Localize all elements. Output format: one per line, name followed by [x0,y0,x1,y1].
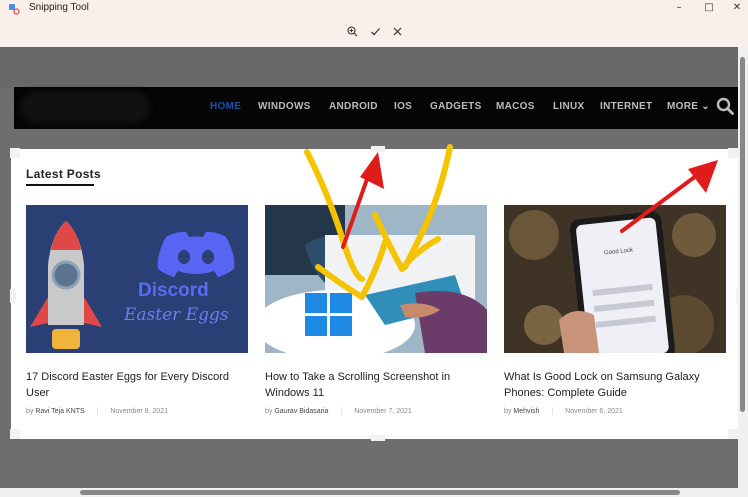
maximize-button[interactable]: □ [694,0,724,16]
zoom-button[interactable] [343,23,361,41]
resize-handle-left[interactable] [10,289,16,303]
nav-windows[interactable]: WINDOWS [258,101,311,112]
redacted-logo [24,95,146,119]
thumb-text-discord: Discord [138,280,209,301]
post-author[interactable]: Ravi Teja KNTS [35,408,84,415]
nav-more[interactable]: MORE ⌄ [667,101,710,112]
post-author[interactable]: Gaurav Bidasaria [274,408,328,415]
post-thumbnail-discord[interactable]: Discord Easter Eggs [26,205,248,353]
snipping-tool-icon [9,4,20,15]
zoom-in-icon [346,26,357,37]
section-underline [26,184,94,186]
post-thumbnail-windows[interactable] [265,205,487,353]
confirm-button[interactable] [366,23,384,41]
dimmed-area [0,47,738,88]
app-title: Snipping Tool [29,2,89,13]
post-date: November 8, 2021 [110,408,168,415]
nav-gadgets[interactable]: GADGETS [430,101,482,112]
horizontal-scrollbar[interactable] [0,488,748,497]
post-title[interactable]: How to Take a Scrolling Screenshot in Wi… [265,369,487,401]
meta-separator: | [96,408,99,415]
resize-handle-top-left[interactable] [10,148,20,158]
post-date: November 7, 2021 [354,408,412,415]
nav-ios[interactable]: IOS [394,101,412,112]
post-title[interactable]: 17 Discord Easter Eggs for Every Discord… [26,369,248,401]
title-bar: Snipping Tool – □ ✕ [0,0,748,18]
search-icon[interactable] [716,97,734,115]
post-meta: by Gaurav Bidasaria | November 7, 2021 [265,408,412,415]
laptop-photo [265,205,487,353]
post-author[interactable]: Mehvish [513,408,539,415]
post-meta: by Ravi Teja KNTS | November 8, 2021 [26,408,168,415]
checkmark-icon [370,28,380,36]
selection-region[interactable]: Latest Posts Discord Easter Eggs 17 Disc… [10,146,742,441]
post-date: November 6, 2021 [565,408,623,415]
close-window-button[interactable]: ✕ [722,0,748,16]
post-title[interactable]: What Is Good Lock on Samsung Galaxy Phon… [504,369,726,401]
meta-separator: | [340,408,343,415]
nav-internet[interactable]: INTERNET [600,101,652,112]
resize-handle-top-right[interactable] [728,148,738,158]
snip-toolbar [0,18,748,47]
meta-separator: | [551,408,554,415]
close-icon [393,27,401,36]
scrollbar-thumb[interactable] [740,57,745,412]
resize-handle-bottom-left[interactable] [10,429,20,439]
vertical-scrollbar[interactable] [738,47,748,488]
post-thumbnail-goodlock[interactable]: Good Lock [504,205,726,353]
resize-handle-bottom-right[interactable] [728,429,738,439]
capture-canvas: HOME WINDOWS ANDROID IOS GADGETS MACOS L… [0,47,742,488]
resize-handle-bottom[interactable] [371,435,385,441]
scrollbar-thumb[interactable] [80,490,680,495]
by-label: by [504,408,512,415]
by-label: by [26,408,34,415]
website-navbar: HOME WINDOWS ANDROID IOS GADGETS MACOS L… [14,87,742,129]
resize-handle-top[interactable] [371,146,385,152]
nav-android[interactable]: ANDROID [329,101,378,112]
nav-linux[interactable]: LINUX [553,101,585,112]
nav-home[interactable]: HOME [210,101,241,112]
post-meta: by Mehvish | November 6, 2021 [504,408,623,415]
phone-photo [504,205,726,353]
minimize-button[interactable]: – [664,0,694,16]
by-label: by [265,408,273,415]
thumb-text-easter-eggs: Easter Eggs [124,305,229,325]
discard-button[interactable] [388,23,406,41]
nav-macos[interactable]: MACOS [496,101,535,112]
section-title: Latest Posts [26,167,101,181]
discord-illustration [26,205,248,353]
